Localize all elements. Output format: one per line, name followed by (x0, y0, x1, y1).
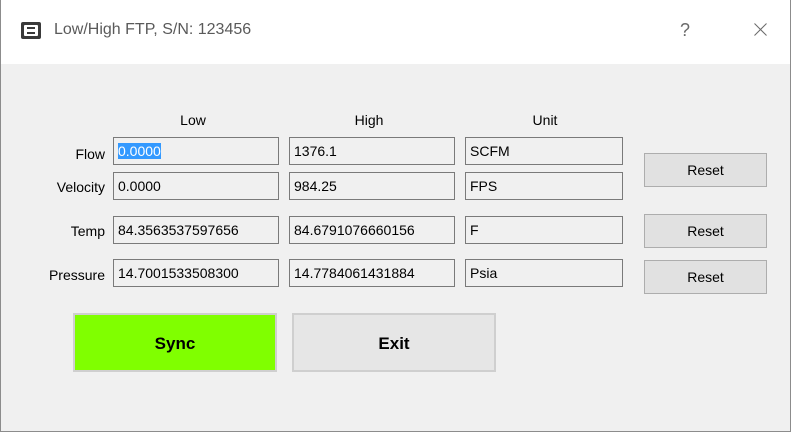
column-header-unit: Unit (532, 112, 558, 128)
title-bar: Low/High FTP, S/N: 123456 ? (1, 0, 790, 64)
exit-button[interactable]: Exit (292, 313, 496, 372)
reset-pressure-button[interactable]: Reset (644, 260, 767, 294)
row-label-velocity: Velocity (56, 179, 105, 195)
pressure-high-input[interactable]: 14.7784061431884 (289, 259, 455, 287)
row-label-temp: Temp (70, 223, 105, 239)
flow-high-input[interactable]: 1376.1 (289, 137, 455, 165)
column-header-low: Low (180, 112, 206, 128)
dialog-window: Low/High FTP, S/N: 123456 ? Low High Uni… (0, 0, 791, 432)
pressure-low-input[interactable]: 14.7001533508300 (113, 259, 279, 287)
flow-low-input[interactable]: 0.0000 (113, 137, 279, 165)
temp-low-input[interactable]: 84.3563537597656 (113, 216, 279, 244)
sync-button[interactable]: Sync (73, 313, 277, 372)
velocity-low-input[interactable]: 0.0000 (113, 172, 279, 200)
velocity-high-input[interactable]: 984.25 (289, 172, 455, 200)
help-button[interactable]: ? (673, 18, 697, 42)
velocity-unit-field[interactable]: FPS (465, 172, 623, 200)
window-title: Low/High FTP, S/N: 123456 (54, 21, 252, 38)
close-icon[interactable] (745, 18, 775, 42)
pressure-unit-field[interactable]: Psia (465, 259, 623, 287)
column-header-high: High (354, 112, 384, 128)
temp-high-input[interactable]: 84.6791076660156 (289, 216, 455, 244)
row-label-pressure: Pressure (48, 267, 105, 283)
flow-unit-field[interactable]: SCFM (465, 137, 623, 165)
app-icon (21, 22, 41, 39)
temp-unit-field[interactable]: F (465, 216, 623, 244)
reset-flow-button[interactable]: Reset (644, 153, 767, 187)
flow-low-value: 0.0000 (118, 143, 161, 159)
reset-temp-button[interactable]: Reset (644, 214, 767, 248)
row-label-flow: Flow (75, 146, 105, 162)
